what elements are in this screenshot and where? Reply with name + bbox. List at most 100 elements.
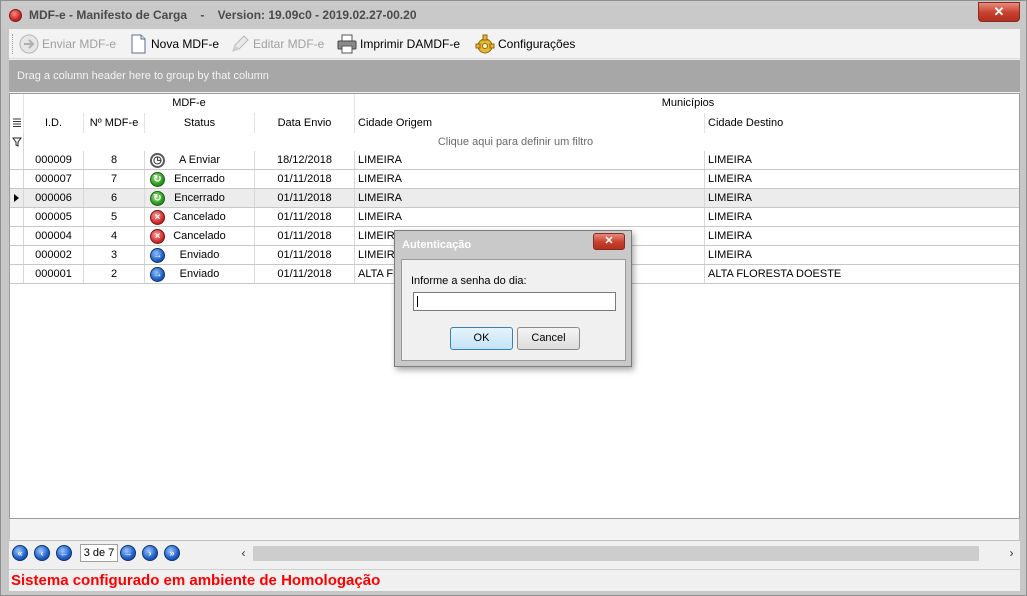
new-document-icon	[127, 33, 149, 55]
cell-status: → Enviado	[145, 246, 255, 264]
cell-numero: 2	[84, 265, 145, 283]
row-indicator[interactable]	[10, 227, 24, 245]
header-id[interactable]: I.D.	[24, 113, 84, 133]
nova-mdfe-button[interactable]: Nova MDF-e	[127, 32, 219, 56]
blue-arrow-icon: →	[150, 267, 165, 282]
status-text: Cancelado	[173, 211, 226, 223]
column-chooser-icon[interactable]	[10, 113, 24, 133]
configuracoes-button[interactable]: Configurações	[474, 32, 575, 56]
header-cidade-origem[interactable]: Cidade Origem	[355, 113, 705, 133]
row-indicator[interactable]	[10, 189, 24, 207]
status-text: A Enviar	[179, 154, 220, 166]
enviar-mdfe-label: Enviar MDF-e	[42, 37, 117, 51]
grid-footer-strip	[9, 519, 1020, 541]
red-x-icon: ×	[150, 229, 165, 244]
clock-icon: ◷	[150, 153, 165, 168]
cell-data-envio: 01/11/2018	[255, 246, 355, 264]
row-indicator[interactable]	[10, 246, 24, 264]
title-bar[interactable]: MDF-e - Manifesto de Carga - Version: 19…	[1, 1, 1026, 29]
green-check-icon: ↻	[150, 191, 165, 206]
band-header-row: MDF-e Municípios	[10, 94, 1019, 113]
enviar-mdfe-button[interactable]: Enviar MDF-e	[18, 32, 116, 56]
header-data-envio[interactable]: Data Envio	[255, 113, 355, 133]
filter-row[interactable]: Clique aqui para definir um filtro	[10, 133, 1019, 151]
status-text: Cancelado	[173, 230, 226, 242]
row-indicator[interactable]	[10, 265, 24, 283]
red-x-icon: ×	[150, 210, 165, 225]
scroll-right-icon[interactable]: ›	[1003, 544, 1020, 563]
imprimir-damdfe-button[interactable]: Imprimir DAMDF-e	[336, 32, 460, 56]
cell-cidade-destino: LIMEIRA	[708, 249, 753, 261]
cell-cidade-destino: LIMEIRA	[708, 154, 753, 166]
cell-data-envio: 01/11/2018	[255, 170, 355, 188]
first-page-icon[interactable]: «	[12, 545, 28, 561]
cell-status: ↻ Encerrado	[145, 170, 255, 188]
page-indicator: 3 de 7	[80, 544, 118, 562]
printer-icon	[336, 33, 358, 55]
dialog-body: Informe a senha do dia: OK Cancel	[401, 259, 626, 361]
cell-id: 000004	[24, 227, 84, 245]
row-indicator[interactable]	[10, 170, 24, 188]
filter-hint: Clique aqui para definir um filtro	[437, 136, 594, 148]
editar-mdfe-label: Editar MDF-e	[253, 37, 325, 51]
status-text: Enviado	[179, 249, 220, 261]
cell-status: ◷ A Enviar	[145, 151, 255, 169]
configuracoes-label: Configurações	[498, 37, 576, 51]
table-row[interactable]: 000007 7 ↻ Encerrado 01/11/2018 LIMEIRA LIMEIR…	[10, 170, 1019, 189]
nova-mdfe-label: Nova MDF-e	[151, 37, 220, 51]
cell-data-envio: 01/11/2018	[255, 189, 355, 207]
horizontal-scrollbar[interactable]: ‹ ›	[235, 544, 1020, 563]
next-page-fast-icon[interactable]: ›	[142, 545, 158, 561]
cancel-button[interactable]: Cancel	[517, 327, 580, 350]
table-row[interactable]: 000006 6 ↻ Encerrado 01/11/2018 LIMEIRA LIMEIR…	[10, 189, 1019, 208]
status-text: Enviado	[179, 268, 220, 280]
editar-mdfe-button[interactable]: Editar MDF-e	[229, 32, 324, 56]
group-by-panel[interactable]: Drag a column header here to group by th…	[9, 60, 1020, 92]
cell-id: 000007	[24, 170, 84, 188]
cell-numero: 6	[84, 189, 145, 207]
cell-id: 000009	[24, 151, 84, 169]
cell-cidade-destino: LIMEIRA	[708, 211, 753, 223]
header-numero[interactable]: Nº MDF-e	[84, 113, 145, 133]
column-header-row: I.D. Nº MDF-e Status Data Envio Cidade O…	[10, 113, 1019, 133]
ok-button[interactable]: OK	[450, 327, 513, 350]
scroll-left-icon[interactable]: ‹	[235, 544, 252, 563]
table-row[interactable]: 000009 8 ◷ A Enviar 18/12/2018 LIMEIRA LIMEIRA	[10, 151, 1019, 170]
send-arrow-icon	[18, 33, 40, 55]
header-cidade-destino[interactable]: Cidade Destino	[705, 113, 1019, 133]
cell-cidade-destino: LIMEIRA	[708, 230, 753, 242]
window-close-button[interactable]: ✕	[978, 2, 1020, 22]
cell-status: × Cancelado	[145, 208, 255, 226]
cell-cidade-destino: ALTA FLORESTA DOESTE	[708, 268, 842, 280]
next-record-icon[interactable]: →	[120, 545, 136, 561]
cell-status: → Enviado	[145, 265, 255, 283]
row-indicator[interactable]	[10, 151, 24, 169]
text-caret	[417, 296, 418, 307]
cell-data-envio: 18/12/2018	[255, 151, 355, 169]
table-row[interactable]: 000005 5 × Cancelado 01/11/2018 LIMEIRA LIMEIR…	[10, 208, 1019, 227]
prev-page-fast-icon[interactable]: ‹	[34, 545, 50, 561]
status-text: Encerrado	[174, 173, 225, 185]
band-mdfe[interactable]: MDF-e	[24, 94, 355, 113]
blue-arrow-icon: →	[150, 248, 165, 263]
band-municipios[interactable]: Municípios	[355, 94, 1019, 113]
last-page-icon[interactable]: »	[164, 545, 180, 561]
cell-status: ↻ Encerrado	[145, 189, 255, 207]
header-status[interactable]: Status	[145, 113, 255, 133]
cell-numero: 4	[84, 227, 145, 245]
pencil-icon	[229, 33, 251, 55]
band-spacer	[10, 94, 24, 113]
auth-dialog: Autenticação ✕ Informe a senha do dia: O…	[394, 230, 632, 367]
row-indicator[interactable]	[10, 208, 24, 226]
scroll-thumb[interactable]	[253, 546, 979, 561]
prev-record-icon[interactable]: ←	[56, 545, 72, 561]
cell-id: 000001	[24, 265, 84, 283]
password-input[interactable]	[413, 292, 616, 311]
cell-cidade-destino: LIMEIRA	[708, 173, 753, 185]
toolbar-grip[interactable]	[12, 34, 15, 54]
gear-icon	[474, 33, 496, 55]
pager: « ‹ ← 3 de 7 → › » ‹ ›	[9, 541, 1020, 565]
cell-id: 000002	[24, 246, 84, 264]
dialog-close-button[interactable]: ✕	[593, 233, 625, 250]
imprimir-damdfe-label: Imprimir DAMDF-e	[360, 37, 460, 51]
